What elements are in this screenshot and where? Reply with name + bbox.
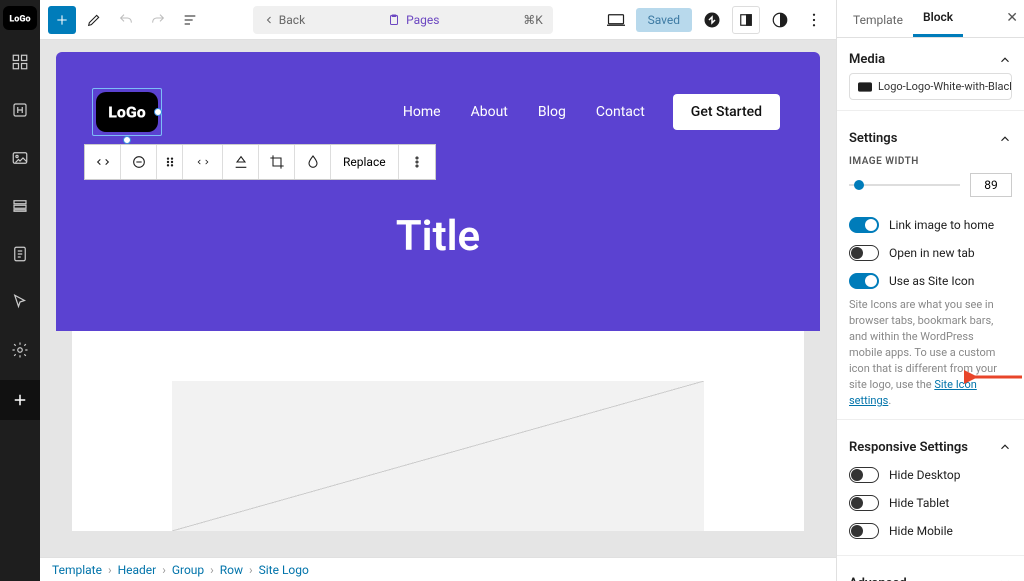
site-logo-icon[interactable]: LoGo <box>3 6 37 30</box>
add-block-button[interactable] <box>48 6 76 34</box>
new-tab-toggle[interactable] <box>849 245 879 261</box>
link-home-label: Link image to home <box>889 218 994 232</box>
saved-button[interactable]: Saved <box>636 8 692 32</box>
close-sidebar-icon[interactable]: ✕ <box>1006 10 1018 26</box>
media-file-pill[interactable]: Logo-Logo-White-with-Black-... <box>849 73 1012 100</box>
settings-section-header[interactable]: Settings <box>849 125 1012 152</box>
variation-icon[interactable] <box>121 145 157 179</box>
advanced-title: Advanced <box>849 576 907 581</box>
site-icon-label: Use as Site Icon <box>889 274 974 288</box>
breadcrumb: Template› Header› Group› Row› Site Logo <box>40 557 836 581</box>
edit-button[interactable] <box>80 6 108 34</box>
resize-handle-east[interactable] <box>154 108 162 116</box>
rail-page-icon[interactable] <box>0 232 40 276</box>
cta-button[interactable]: Get Started <box>673 94 780 130</box>
content-placeholder[interactable] <box>72 331 804 531</box>
nav-home[interactable]: Home <box>403 104 441 120</box>
rail-heading-icon[interactable] <box>0 88 40 132</box>
site-icon-toggle[interactable] <box>849 273 879 289</box>
toolbar-more-icon[interactable] <box>399 145 435 179</box>
hide-desktop-toggle[interactable] <box>849 467 879 483</box>
hide-mobile-toggle[interactable] <box>849 523 879 539</box>
nav-about[interactable]: About <box>471 104 508 120</box>
tab-template[interactable]: Template <box>843 3 913 37</box>
bc-row[interactable]: Row <box>220 563 243 577</box>
new-tab-label: Open in new tab <box>889 246 975 260</box>
left-rail: LoGo <box>0 0 40 581</box>
block-toolbar: Replace <box>84 144 436 180</box>
nav-blog[interactable]: Blog <box>538 104 566 120</box>
sidebar-toggle-icon[interactable] <box>732 6 760 34</box>
hero-block[interactable]: LoGo Home About Blog Contact <box>56 52 820 331</box>
hide-tablet-label: Hide Tablet <box>889 496 949 510</box>
responsive-title: Responsive Settings <box>849 440 968 455</box>
hero-title[interactable]: Title <box>96 212 780 261</box>
settings-sidebar: Template Block ✕ Media Logo-Logo-White-w… <box>836 0 1024 581</box>
nav-contact[interactable]: Contact <box>596 104 645 120</box>
drag-handle-icon[interactable] <box>157 145 183 179</box>
device-preview-button[interactable] <box>602 6 630 34</box>
bc-group[interactable]: Group <box>172 563 204 577</box>
topbar: Back Pages ⌘K Saved <box>40 0 836 40</box>
rail-cursor-icon[interactable] <box>0 280 40 324</box>
bc-sitelogo[interactable]: Site Logo <box>259 563 309 577</box>
publish-icon[interactable] <box>698 6 726 34</box>
selection-outline <box>92 88 162 136</box>
undo-button[interactable] <box>112 6 140 34</box>
back-button[interactable]: Back <box>253 13 323 27</box>
link-home-toggle[interactable] <box>849 217 879 233</box>
rail-list-icon[interactable] <box>0 184 40 228</box>
image-width-input[interactable] <box>970 173 1012 197</box>
crop-icon[interactable] <box>259 145 295 179</box>
hide-mobile-label: Hide Mobile <box>889 524 953 538</box>
hide-desktop-label: Hide Desktop <box>889 468 961 482</box>
cmd-hint: ⌘K <box>505 13 553 27</box>
duotone-icon[interactable] <box>295 145 331 179</box>
bc-header[interactable]: Header <box>118 563 157 577</box>
rail-add-button[interactable] <box>0 380 40 420</box>
more-icon[interactable] <box>800 6 828 34</box>
redo-button[interactable] <box>144 6 172 34</box>
block-type-icon[interactable] <box>85 145 121 179</box>
advanced-section-header[interactable]: Advanced <box>849 570 1012 581</box>
align-icon[interactable] <box>223 145 259 179</box>
bc-template[interactable]: Template <box>52 563 102 577</box>
list-view-button[interactable] <box>176 6 204 34</box>
media-file-label: Logo-Logo-White-with-Black-... <box>878 80 1012 93</box>
image-width-label: Image width <box>849 156 1012 167</box>
tab-block[interactable]: Block <box>913 0 963 37</box>
pages-pill[interactable]: Pages <box>323 13 505 27</box>
rail-dashboard-icon[interactable] <box>0 40 40 84</box>
rail-image-icon[interactable] <box>0 136 40 180</box>
main-column: Back Pages ⌘K Saved LoGo <box>40 0 836 581</box>
site-icon-help: Site Icons are what you see in browser t… <box>849 297 1012 409</box>
pages-label: Pages <box>406 13 439 27</box>
move-arrows-icon[interactable] <box>183 145 223 179</box>
svg-text:LoGo: LoGo <box>9 15 30 25</box>
selected-site-logo[interactable]: LoGo <box>96 92 158 132</box>
responsive-section-header[interactable]: Responsive Settings <box>849 434 1012 461</box>
canvas: LoGo Home About Blog Contact <box>40 40 836 557</box>
resize-handle-south[interactable] <box>123 136 131 144</box>
replace-button[interactable]: Replace <box>331 145 399 179</box>
settings-title: Settings <box>849 131 897 146</box>
image-width-slider[interactable] <box>849 180 960 190</box>
media-title: Media <box>849 52 885 67</box>
media-section-header[interactable]: Media <box>849 46 1012 73</box>
rail-settings-icon[interactable] <box>0 328 40 372</box>
sidebar-tabs: Template Block ✕ <box>837 0 1024 38</box>
back-label: Back <box>279 13 305 27</box>
contrast-icon[interactable] <box>766 6 794 34</box>
command-bar[interactable]: Back Pages ⌘K <box>253 6 553 34</box>
nav-links: Home About Blog Contact <box>403 104 645 120</box>
hide-tablet-toggle[interactable] <box>849 495 879 511</box>
